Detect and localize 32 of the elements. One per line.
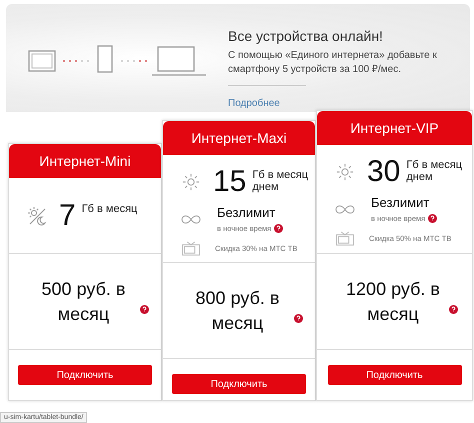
more-link[interactable]: Подробнее [228, 98, 280, 109]
plan-title: Интернет-VIP [317, 111, 472, 145]
data-amount: 15 [213, 167, 246, 197]
infinity-icon [335, 204, 355, 214]
data-unit: Гб в месяц [82, 202, 138, 215]
data-unit: Гб в месяц днем [406, 159, 462, 184]
sun-icon [181, 173, 201, 191]
data-amount: 7 [59, 200, 76, 230]
price: 800 руб. в месяц [194, 287, 280, 335]
banner-text: С помощью «Единого интернета» добавьте к смартфону 5 устройств за 100 ₽/мес. [228, 49, 438, 77]
price: 1200 руб. в месяц [345, 278, 441, 326]
price: 500 руб. в месяц [40, 278, 126, 326]
help-icon[interactable] [428, 214, 438, 223]
unlimited-label: Безлимит [217, 205, 276, 220]
help-icon[interactable] [274, 224, 284, 233]
tv-icon [181, 241, 201, 256]
sun-moon-icon [27, 206, 47, 226]
plan-title: Интернет-Maxi [163, 121, 315, 155]
sun-icon [335, 163, 355, 181]
data-unit: Гб в месяц днем [252, 169, 308, 194]
help-icon[interactable] [140, 304, 148, 314]
plan-title: Интернет-Mini [9, 144, 161, 178]
unlimited-label: Безлимит [371, 195, 430, 210]
data-amount: 30 [367, 157, 400, 187]
connect-button[interactable]: Подключить [328, 365, 462, 385]
help-icon[interactable] [449, 304, 458, 314]
help-icon[interactable] [294, 314, 302, 323]
banner-title: Все устройства онлайн! [228, 28, 384, 44]
connect-button[interactable]: Подключить [172, 374, 306, 394]
tv-icon [335, 231, 355, 246]
connect-button[interactable]: Подключить [18, 365, 152, 385]
infinity-icon [181, 214, 201, 224]
